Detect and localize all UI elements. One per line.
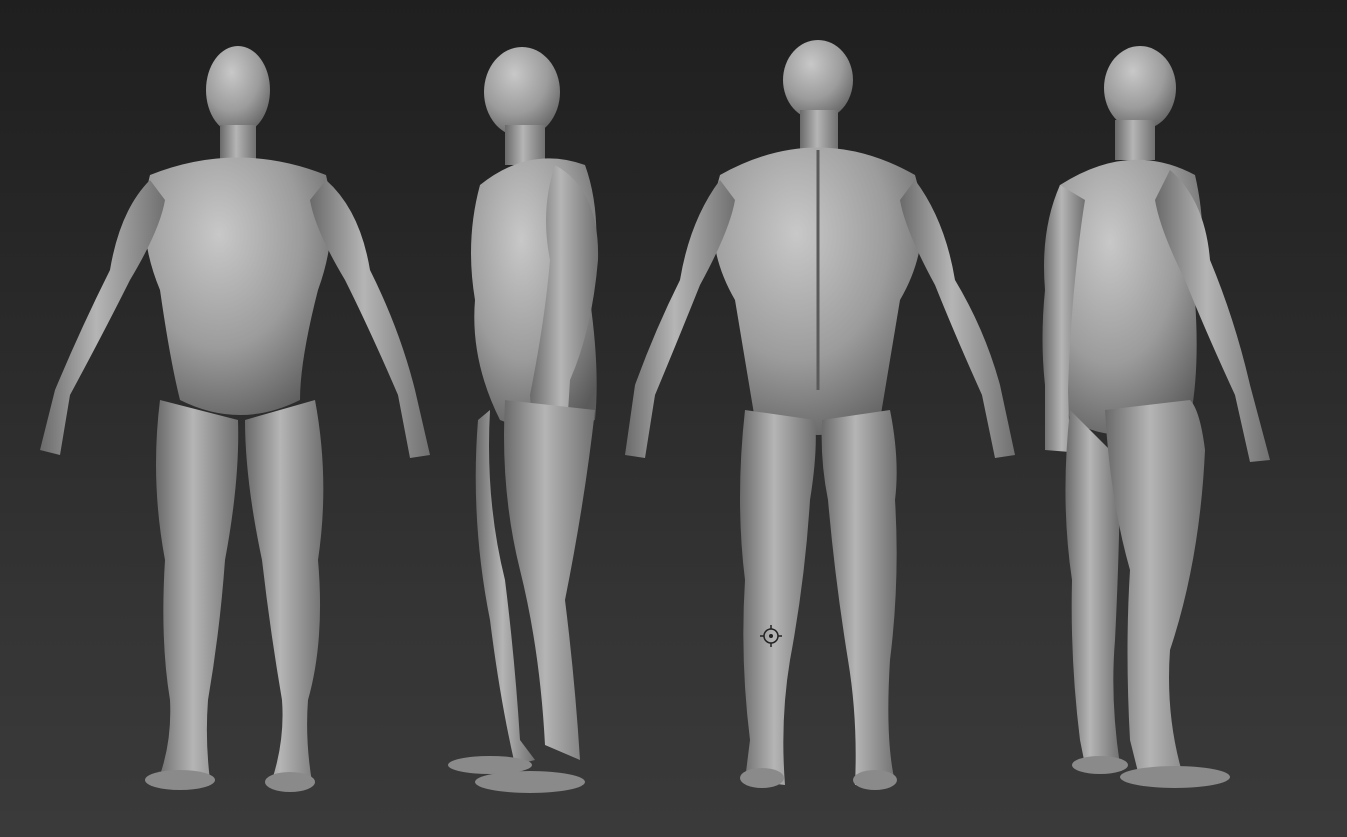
- back-neck[interactable]: [800, 110, 838, 150]
- front-right-foot[interactable]: [265, 772, 315, 792]
- front-right-arm[interactable]: [310, 180, 430, 458]
- back-right-arm[interactable]: [900, 180, 1015, 458]
- front-left-arm[interactable]: [40, 180, 165, 455]
- back-view-figure[interactable]: [625, 40, 1015, 790]
- side-head[interactable]: [484, 47, 560, 137]
- tq-neck[interactable]: [1115, 120, 1155, 160]
- side-foot-front[interactable]: [475, 771, 585, 793]
- front-head[interactable]: [206, 46, 270, 134]
- model-canvas[interactable]: [0, 0, 1347, 837]
- tq-head[interactable]: [1104, 46, 1176, 130]
- sculpt-viewport[interactable]: [0, 0, 1347, 837]
- tq-leg-front[interactable]: [1105, 400, 1205, 782]
- back-right-foot[interactable]: [853, 770, 897, 790]
- tq-foot-back[interactable]: [1072, 756, 1128, 774]
- front-left-foot[interactable]: [145, 770, 215, 790]
- side-leg-front[interactable]: [504, 400, 595, 760]
- front-left-leg[interactable]: [156, 400, 239, 780]
- back-right-leg[interactable]: [821, 410, 897, 785]
- back-left-foot[interactable]: [740, 768, 784, 788]
- three-quarter-view-figure[interactable]: [1042, 46, 1271, 788]
- front-view-figure[interactable]: [40, 46, 430, 792]
- back-left-leg[interactable]: [740, 410, 816, 785]
- front-torso[interactable]: [144, 157, 332, 416]
- back-head[interactable]: [783, 40, 853, 120]
- side-view-figure[interactable]: [448, 47, 599, 793]
- front-neck[interactable]: [220, 125, 256, 160]
- front-right-leg[interactable]: [245, 400, 324, 782]
- back-left-arm[interactable]: [625, 180, 735, 458]
- tq-foot-front[interactable]: [1120, 766, 1230, 788]
